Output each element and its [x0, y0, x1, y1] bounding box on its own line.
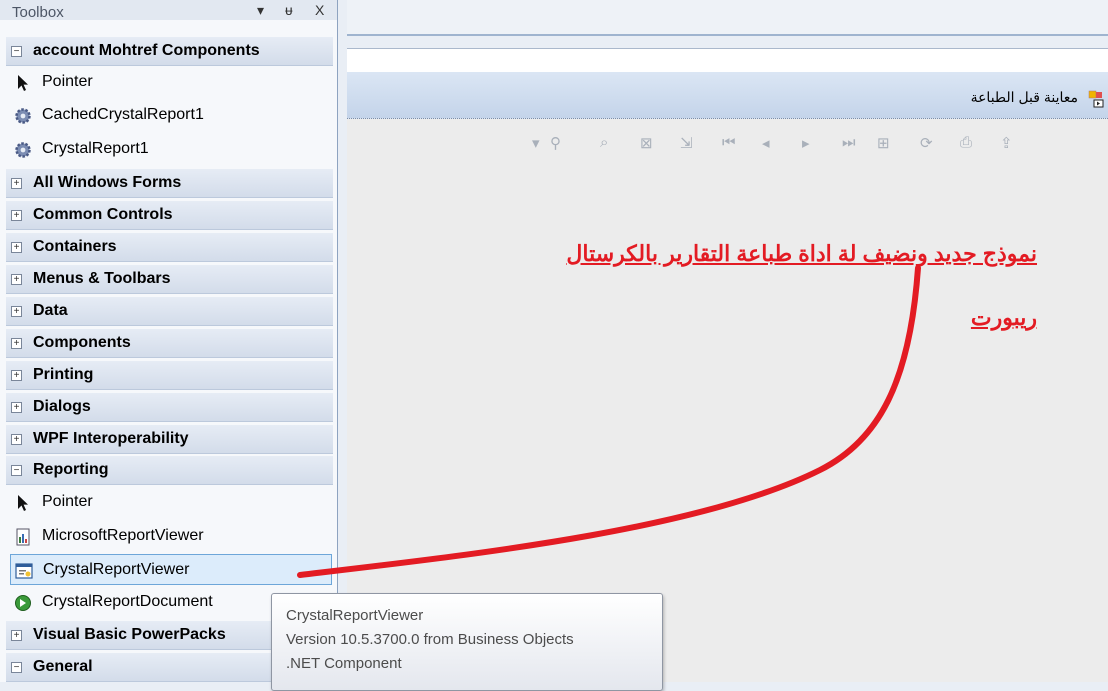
close-icon[interactable]: X	[315, 2, 324, 18]
group-label: Menus & Toolbars	[33, 270, 171, 287]
first-page-icon[interactable]: ⏮	[722, 134, 736, 151]
zoom-icon[interactable]: ⚲	[550, 134, 561, 152]
item-label: CrystalReport1	[42, 140, 149, 157]
group-label: Containers	[33, 238, 117, 255]
last-page-icon[interactable]: ⏭	[842, 134, 856, 151]
group-tree-icon[interactable]: ⊞	[877, 134, 890, 152]
toolbox-item-pointer[interactable]: Pointer	[6, 487, 333, 518]
toolbox-panel: Toolbox ▾ ᵾ X − account Mohtref Componen…	[0, 0, 338, 682]
toolbox-item-cachedcrystalreport1[interactable]: CachedCrystalReport1	[6, 100, 333, 131]
group-account-mohtref-components[interactable]: − account Mohtref Components	[6, 36, 333, 66]
export-icon[interactable]: ⇪	[1000, 134, 1013, 152]
annotation-line-1: نموذج جديد ونضيف لة اداة طباعة التقارير …	[566, 241, 1037, 266]
crystal-document-icon	[15, 595, 31, 611]
group-menus-toolbars[interactable]: + Menus & Toolbars	[6, 264, 333, 294]
group-all-windows-forms[interactable]: + All Windows Forms	[6, 168, 333, 198]
stop-icon[interactable]: ⊠	[640, 134, 653, 152]
group-reporting[interactable]: − Reporting	[6, 455, 333, 485]
print-icon[interactable]: ⎙	[960, 134, 972, 151]
previous-page-icon[interactable]: ◂	[762, 134, 770, 152]
collapse-icon[interactable]: −	[11, 465, 22, 476]
designer-tab-strip	[347, 0, 1108, 36]
group-dialogs[interactable]: + Dialogs	[6, 392, 333, 422]
item-label: CrystalReportDocument	[42, 593, 213, 610]
collapse-icon[interactable]: −	[11, 662, 22, 673]
toolbox-title-bar: Toolbox ▾ ᵾ X	[0, 0, 337, 21]
expand-icon[interactable]: +	[11, 210, 22, 221]
crystal-viewer-icon	[15, 563, 33, 579]
group-label: All Windows Forms	[33, 174, 182, 191]
group-label: Printing	[33, 366, 94, 383]
expand-icon[interactable]: +	[11, 370, 22, 381]
form-title-bar[interactable]: معاينة قبل الطباعة	[347, 72, 1108, 119]
dropdown-arrow-icon[interactable]: ▾	[532, 134, 540, 152]
group-label: Visual Basic PowerPacks	[33, 626, 226, 643]
group-label: Components	[33, 334, 131, 351]
group-label: Data	[33, 302, 68, 319]
group-common-controls[interactable]: + Common Controls	[6, 200, 333, 230]
form-app-icon	[1088, 90, 1104, 108]
annotation-line-2: ريبورت	[970, 305, 1037, 330]
toolbox-title: Toolbox	[12, 4, 64, 21]
group-data[interactable]: + Data	[6, 296, 333, 326]
annotation-text: نموذج جديد ونضيف لة اداة طباعة التقارير …	[347, 222, 1037, 350]
group-label: Dialogs	[33, 398, 91, 415]
group-label: Common Controls	[33, 206, 173, 223]
expand-icon[interactable]: +	[11, 178, 22, 189]
group-label: General	[33, 658, 93, 675]
gear-icon	[15, 142, 31, 158]
toolbox-item-microsoftreportviewer[interactable]: MicrosoftReportViewer	[6, 521, 333, 552]
goto-page-icon[interactable]: ⇲	[680, 134, 693, 152]
toolbox-item-crystalreportviewer[interactable]: CrystalReportViewer	[10, 554, 332, 585]
group-wpf-interoperability[interactable]: + WPF Interoperability	[6, 424, 333, 454]
item-label: CachedCrystalReport1	[42, 106, 204, 123]
group-components[interactable]: + Components	[6, 328, 333, 358]
tooltip-version: Version 10.5.3700.0 from Business Object…	[286, 631, 574, 648]
tooltip-kind: .NET Component	[286, 655, 402, 672]
expand-icon[interactable]: +	[11, 402, 22, 413]
form-designer-surface[interactable]: معاينة قبل الطباعة ▾ ⚲ ⌕ ⊠ ⇲ ⏮ ◂ ▸ ⏭ ⊞ ⟳…	[347, 72, 1108, 682]
expand-icon[interactable]: +	[11, 434, 22, 445]
group-label: account Mohtref Components	[33, 42, 260, 59]
group-printing[interactable]: + Printing	[6, 360, 333, 390]
pointer-icon	[18, 495, 28, 511]
auto-hide-pin-icon[interactable]: ᵾ	[285, 2, 293, 18]
item-label: Pointer	[42, 73, 93, 90]
pointer-icon	[18, 75, 28, 91]
expand-icon[interactable]: +	[11, 306, 22, 317]
toolbox-item-crystalreport1[interactable]: CrystalReport1	[6, 134, 333, 165]
crystal-viewer-toolbar: ▾ ⚲ ⌕ ⊠ ⇲ ⏮ ◂ ▸ ⏭ ⊞ ⟳ ⎙ ⇪	[532, 134, 1108, 162]
item-label: Pointer	[42, 493, 93, 510]
expand-icon[interactable]: +	[11, 630, 22, 641]
item-label: CrystalReportViewer	[43, 561, 190, 578]
next-page-icon[interactable]: ▸	[802, 134, 810, 152]
designer-ruler-strip	[347, 48, 1108, 74]
gear-icon	[15, 108, 31, 124]
window-position-icon[interactable]: ▾	[257, 2, 264, 19]
item-label: MicrosoftReportViewer	[42, 527, 204, 544]
expand-icon[interactable]: +	[11, 274, 22, 285]
group-label: WPF Interoperability	[33, 430, 189, 447]
find-icon[interactable]: ⌕	[600, 134, 608, 151]
form-title: معاينة قبل الطباعة	[970, 89, 1078, 105]
toolbox-item-pointer[interactable]: Pointer	[6, 67, 333, 98]
expand-icon[interactable]: +	[11, 242, 22, 253]
refresh-icon[interactable]: ⟳	[920, 134, 933, 152]
report-viewer-icon	[16, 528, 30, 546]
component-tooltip: CrystalReportViewer Version 10.5.3700.0 …	[271, 593, 663, 691]
expand-icon[interactable]: +	[11, 338, 22, 349]
tooltip-name: CrystalReportViewer	[286, 607, 424, 624]
collapse-icon[interactable]: −	[11, 46, 22, 57]
group-label: Reporting	[33, 461, 109, 478]
group-containers[interactable]: + Containers	[6, 232, 333, 262]
